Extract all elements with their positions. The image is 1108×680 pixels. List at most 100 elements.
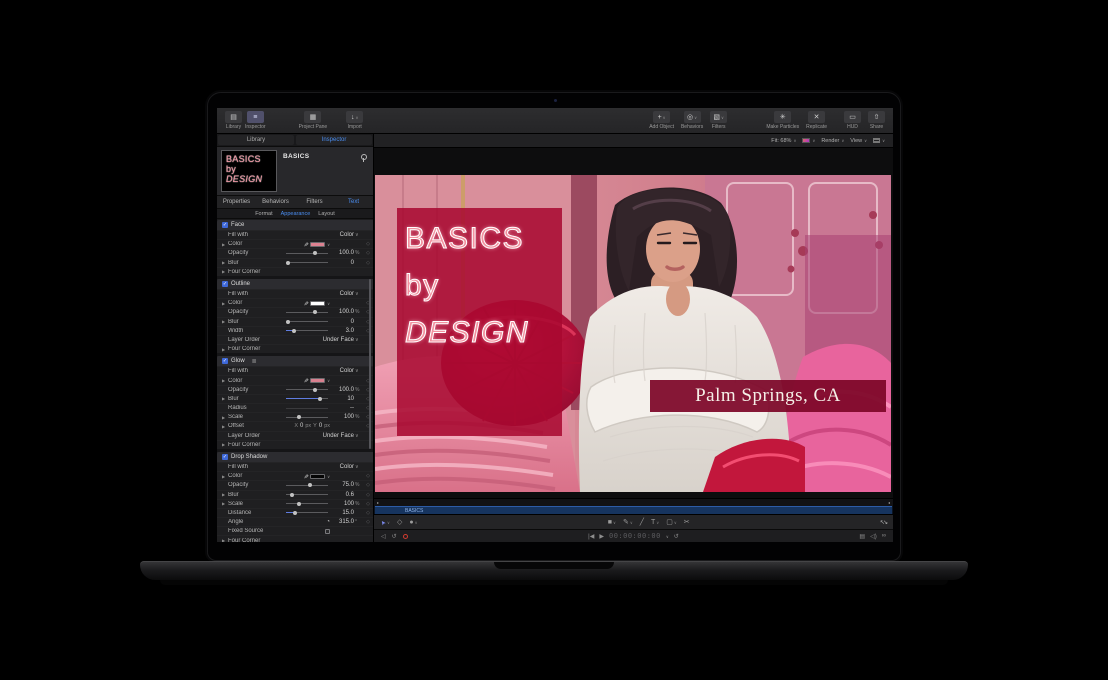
section-enable-checkbox[interactable]: ✓ xyxy=(222,454,228,460)
row-value[interactable]: 15.0 xyxy=(330,510,354,516)
popup-value[interactable]: Color xyxy=(330,464,354,470)
render-popup[interactable]: Render∨ xyxy=(821,138,844,144)
section-header-outline[interactable]: ✓Outline xyxy=(217,279,374,289)
previous-frame-button[interactable]: |◀ xyxy=(588,533,594,540)
popup-value[interactable]: Under Face xyxy=(323,337,354,343)
slider-thumb[interactable] xyxy=(286,261,290,265)
text-tool[interactable]: T∨ xyxy=(651,519,659,526)
row-value[interactable]: 10 xyxy=(330,396,354,402)
slider-track[interactable] xyxy=(286,417,328,418)
row-fill-with[interactable]: Fill withColor∨ xyxy=(217,289,374,298)
line-tool[interactable]: ╱ xyxy=(640,518,644,526)
slider-thumb[interactable] xyxy=(313,310,317,314)
popup-value[interactable]: Color xyxy=(330,291,354,297)
row-scale[interactable]: ▶Scale100%◇ xyxy=(217,412,374,421)
popup-value[interactable]: Color xyxy=(330,232,354,238)
share-button[interactable]: ⇧ Share xyxy=(868,111,885,130)
slider-thumb[interactable] xyxy=(286,320,290,324)
row-layer-order[interactable]: Layer OrderUnder Face∨ xyxy=(217,431,374,440)
swatch-dropdown-icon[interactable]: ∨ xyxy=(327,474,330,479)
row-fill-with[interactable]: Fill withColor∨ xyxy=(217,462,374,471)
row-value[interactable]: 100.0 xyxy=(330,387,354,393)
row-value[interactable]: 100.0 xyxy=(330,250,354,256)
row-blur[interactable]: ▶Blur0◇ xyxy=(217,317,374,326)
select-tool[interactable]: ➤∨ xyxy=(381,519,390,526)
eyedropper-icon[interactable]: ✎ xyxy=(302,301,309,306)
library-button[interactable]: ▤ Library xyxy=(225,111,242,130)
tab-filters[interactable]: Filters xyxy=(295,196,334,208)
section-header-face[interactable]: ✓Face xyxy=(217,220,374,230)
keyframe-button[interactable]: ◇ xyxy=(363,241,370,247)
slider-thumb[interactable] xyxy=(313,251,317,255)
tab-behaviors[interactable]: Behaviors xyxy=(256,196,295,208)
slider-track[interactable] xyxy=(286,330,328,331)
tab-library[interactable]: Library xyxy=(218,135,294,145)
slider-track[interactable] xyxy=(286,485,328,486)
row-four-corner[interactable]: ▶Four Corner xyxy=(217,344,374,353)
row-scale[interactable]: ▶Scale100%◇ xyxy=(217,499,374,508)
keyframe-button[interactable]: ◇ xyxy=(363,492,370,498)
slider-track[interactable] xyxy=(286,503,328,504)
keyframe-button[interactable]: ◇ xyxy=(363,501,370,507)
row-blur[interactable]: ▶Blur10◇ xyxy=(217,394,374,403)
make-particles-button[interactable]: ✳ Make Particles xyxy=(766,111,799,130)
row-opacity[interactable]: Opacity100.0%◇ xyxy=(217,385,374,394)
view-popup[interactable]: View∨ xyxy=(850,138,867,144)
row-blur[interactable]: ▶Blur0◇ xyxy=(217,258,374,267)
color-swatch[interactable] xyxy=(310,301,325,306)
keyframe-button[interactable]: ◇ xyxy=(363,260,370,266)
play-button[interactable]: ▶ xyxy=(599,533,604,540)
section-header-drop-shadow[interactable]: ✓Drop Shadow xyxy=(217,452,374,462)
row-radius[interactable]: Radius--◇ xyxy=(217,403,374,412)
color-swatch[interactable] xyxy=(310,378,325,383)
subtab-layout[interactable]: Layout xyxy=(318,211,335,217)
row-four-corner[interactable]: ▶Four Corner xyxy=(217,440,374,449)
row-opacity[interactable]: Opacity100.0%◇ xyxy=(217,307,374,316)
replicate-button[interactable]: ✕ Replicate xyxy=(806,111,827,130)
row-value[interactable]: 100.0 xyxy=(330,309,354,315)
row-fixed-source[interactable]: Fixed Source xyxy=(217,526,374,535)
object-thumbnail[interactable]: BASICS by DESIGN xyxy=(221,150,277,192)
row-checkbox[interactable] xyxy=(325,529,330,534)
filters-button[interactable]: ▧∨ Filters xyxy=(710,111,727,130)
row-value[interactable]: 3.0 xyxy=(330,328,354,334)
panel-scrollbar[interactable] xyxy=(369,279,371,449)
slider-track[interactable] xyxy=(286,321,328,322)
row-blur[interactable]: ▶Blur0.6◇ xyxy=(217,490,374,499)
row-distance[interactable]: Distance15.0◇ xyxy=(217,508,374,517)
transform-tool[interactable]: ◇ xyxy=(397,518,402,526)
row-width[interactable]: Width3.0◇ xyxy=(217,326,374,335)
slider-thumb[interactable] xyxy=(290,493,294,497)
section-header-glow[interactable]: ✓Glow≣ xyxy=(217,356,374,366)
row-value[interactable]: 75.0 xyxy=(330,482,354,488)
offset-value[interactable]: 0 xyxy=(300,423,303,429)
tab-inspector[interactable]: Inspector xyxy=(296,135,372,145)
slider-thumb[interactable] xyxy=(297,415,301,419)
cut-tool[interactable]: ✂ xyxy=(684,518,690,526)
row-layer-order[interactable]: Layer OrderUnder Face∨ xyxy=(217,335,374,344)
bezier-tool[interactable]: ✎∨ xyxy=(623,518,633,526)
timeline-ruler[interactable]: ▸ ◂ xyxy=(374,499,893,506)
row-fill-with[interactable]: Fill withColor∨ xyxy=(217,366,374,375)
keyframe-button[interactable]: ◇ xyxy=(363,510,370,516)
pan-tool[interactable]: ●∨ xyxy=(409,519,417,526)
slider-track[interactable] xyxy=(286,389,328,390)
offset-value[interactable]: 0 xyxy=(319,423,322,429)
channels-popup[interactable]: ∨ xyxy=(802,138,815,143)
row-color[interactable]: ▶Color✎∨◇ xyxy=(217,298,374,307)
row-value[interactable]: 100 xyxy=(330,414,354,420)
slider-track[interactable] xyxy=(286,494,328,495)
slider-thumb[interactable] xyxy=(308,483,312,487)
slider-thumb[interactable] xyxy=(292,329,296,333)
eyedropper-icon[interactable]: ✎ xyxy=(302,378,309,383)
keyframe-button[interactable]: ◇ xyxy=(363,482,370,488)
row-fill-with[interactable]: Fill withColor∨ xyxy=(217,230,374,239)
row-opacity[interactable]: Opacity75.0%◇ xyxy=(217,480,374,489)
slider-track[interactable] xyxy=(286,253,328,254)
tab-text[interactable]: Text xyxy=(334,196,373,208)
timecode-dropdown-icon[interactable]: ∨ xyxy=(666,534,669,539)
timeline-out-marker[interactable]: ◂ xyxy=(888,500,890,505)
row-four-corner[interactable]: ▶Four Corner xyxy=(217,535,374,542)
section-options-icon[interactable]: ≣ xyxy=(252,358,257,365)
color-swatch[interactable] xyxy=(310,242,325,247)
